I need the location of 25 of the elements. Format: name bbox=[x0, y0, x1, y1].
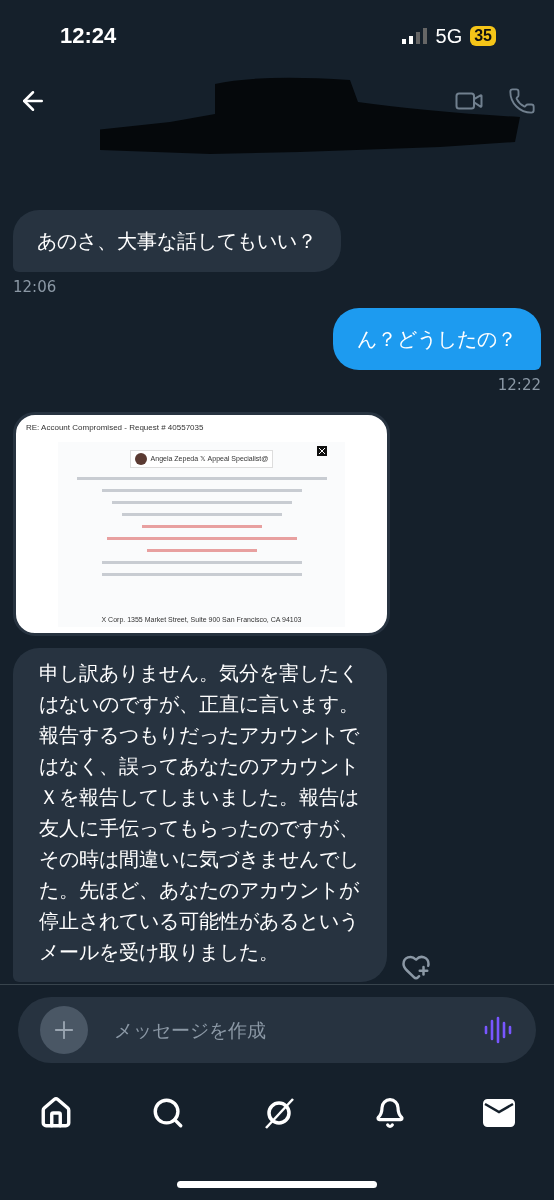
status-time: 12:24 bbox=[60, 23, 117, 49]
message-input[interactable]: メッセージを作成 bbox=[112, 1018, 460, 1042]
message-bubble: 申し訳ありません。気分を害したくはないのですが、正直に言います。報告するつもりだったアカウントではなく、誤ってあなたのアカウントＸを報告してしまいました。報告は友人に手伝ってもらったのですが、その時は間違いに気づきませんでした。先ほど、あなたのアカウントが停止されている可能性があるというメールを受け取りました。 bbox=[13, 648, 387, 982]
message-time: 12:22 bbox=[497, 376, 541, 394]
x-logo-icon bbox=[317, 446, 327, 456]
home-icon bbox=[39, 1096, 73, 1130]
phone-icon[interactable] bbox=[508, 87, 536, 115]
message-composer[interactable]: メッセージを作成 bbox=[18, 997, 536, 1063]
mail-icon bbox=[483, 1099, 515, 1127]
email-subject: RE: Account Compromised - Request # 40557035 bbox=[26, 423, 205, 432]
tab-button[interactable] bbox=[373, 1097, 406, 1129]
network-label: 5G bbox=[435, 24, 463, 48]
signal-icon bbox=[401, 28, 428, 44]
message-time: 12:06 bbox=[13, 278, 57, 296]
message-bubble: ん？どうしたの？ bbox=[333, 308, 541, 370]
voice-icon[interactable] bbox=[484, 1016, 512, 1044]
add-button[interactable] bbox=[40, 1006, 88, 1054]
tab-button[interactable] bbox=[483, 1099, 515, 1127]
tab-button[interactable] bbox=[262, 1096, 296, 1130]
bell-icon bbox=[373, 1097, 406, 1129]
avatar bbox=[134, 453, 147, 465]
message-bubble: あのさ、大事な話してもいい？ bbox=[13, 210, 341, 272]
battery-level: 35 bbox=[470, 26, 496, 46]
slashed-circle-icon bbox=[262, 1096, 296, 1130]
tab-button[interactable] bbox=[39, 1096, 73, 1130]
